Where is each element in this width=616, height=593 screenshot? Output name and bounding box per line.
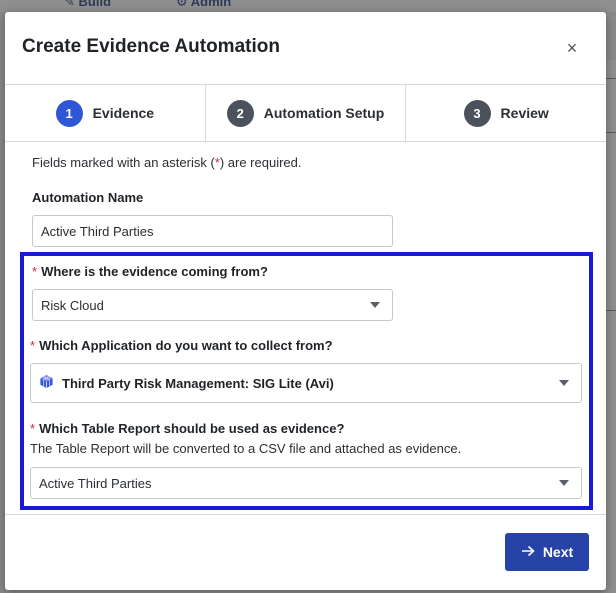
modal-header: Create Evidence Automation × (5, 12, 606, 84)
chevron-down-icon (559, 380, 569, 386)
nav-item-admin[interactable]: ⚙ Admin (176, 0, 231, 10)
table-report-value: Active Third Parties (39, 475, 152, 491)
close-icon: × (566, 37, 578, 58)
step-label: Evidence (92, 105, 155, 121)
modal-footer: Next (5, 514, 606, 590)
step-review[interactable]: 3 Review (406, 85, 606, 141)
background-nav: ✎ Build ⚙ Admin (0, 0, 616, 12)
application-label: * Which Application do you want to collec… (30, 338, 333, 353)
automation-name-label: Automation Name (32, 190, 144, 205)
next-button[interactable]: Next (505, 533, 589, 571)
application-select[interactable]: Third Party Risk Management: SIG Lite (A… (30, 363, 582, 403)
pencil-icon: ✎ (64, 0, 75, 9)
nav-item-build[interactable]: ✎ Build (64, 0, 111, 10)
step-evidence[interactable]: 1 Evidence (5, 85, 206, 141)
table-report-label: * Which Table Report should be used as ev… (30, 421, 345, 436)
step-label: Review (500, 105, 549, 121)
cube-icon (39, 374, 54, 392)
close-button[interactable]: × (562, 38, 582, 58)
step-number: 3 (463, 99, 491, 127)
required-fields-note: Fields marked with an asterisk (*) are r… (32, 155, 302, 170)
step-label: Automation Setup (263, 105, 385, 121)
required-asterisk: * (30, 421, 36, 436)
required-asterisk: * (32, 264, 38, 279)
automation-name-input[interactable] (32, 215, 393, 247)
chevron-down-icon (559, 480, 569, 486)
step-automation-setup[interactable]: 2 Automation Setup (206, 85, 407, 141)
table-report-select[interactable]: Active Third Parties (30, 467, 582, 499)
evidence-source-label: * Where is the evidence coming from? (32, 264, 268, 279)
next-label: Next (542, 544, 574, 560)
stepper: 1 Evidence 2 Automation Setup 3 Review (5, 84, 606, 142)
chevron-down-icon (370, 302, 380, 308)
step-number: 1 (55, 99, 83, 127)
required-asterisk: * (30, 338, 36, 353)
evidence-source-value: Risk Cloud (41, 297, 104, 313)
evidence-source-select[interactable]: Risk Cloud (32, 289, 393, 321)
step-number: 2 (226, 99, 254, 127)
table-report-helper-text: The Table Report will be converted to a … (30, 441, 462, 456)
gear-icon: ⚙ (176, 0, 188, 9)
modal-title: Create Evidence Automation (22, 36, 280, 57)
application-value: Third Party Risk Management: SIG Lite (A… (62, 375, 334, 391)
create-evidence-automation-modal: Create Evidence Automation × 1 Evidence … (5, 12, 606, 590)
arrow-right-icon (521, 544, 535, 560)
